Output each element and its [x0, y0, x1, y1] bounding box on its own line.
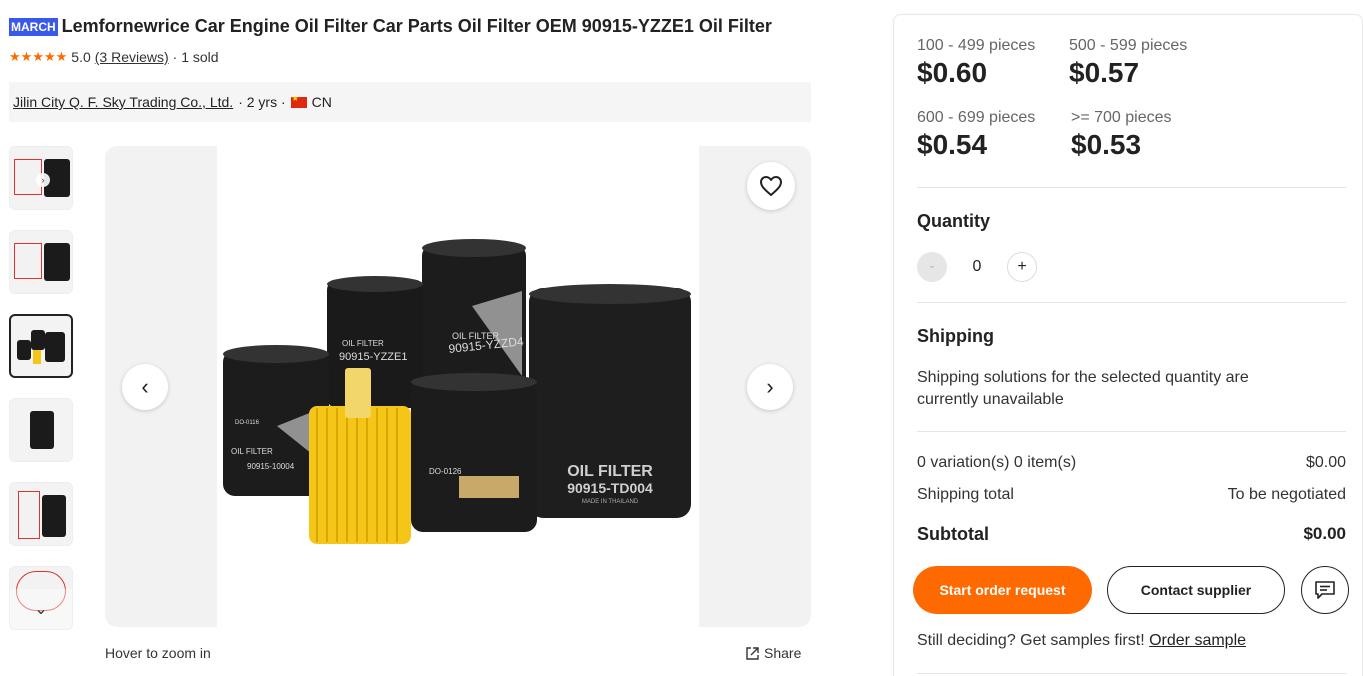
- quantity-increment-button[interactable]: +: [1007, 252, 1037, 282]
- start-order-button[interactable]: Start order request: [913, 566, 1092, 614]
- variations-value: $0.00: [1305, 454, 1346, 471]
- order-panel: 100 - 499 pieces $0.60 500 - 599 pieces …: [893, 14, 1363, 676]
- variations-row: 0 variation(s) 0 item(s) $0.00: [917, 454, 1346, 472]
- chevron-left-icon: ‹: [141, 374, 149, 399]
- shipping-total-row: Shipping total To be negotiated: [917, 486, 1346, 504]
- supplier-country: CN: [311, 94, 332, 110]
- play-icon: ›: [36, 173, 50, 187]
- chat-icon: [1315, 581, 1335, 599]
- thumbnail-1[interactable]: ›: [9, 146, 73, 210]
- image-viewer[interactable]: OIL FILTER 90915-TD004 MADE IN THAILAND …: [105, 146, 811, 627]
- shipping-message: Shipping solutions for the selected quan…: [917, 369, 1249, 408]
- supplier-bar: Jilin City Q. F. Sky Trading Co., Ltd. ·…: [9, 82, 811, 122]
- subtotal-label: Subtotal: [917, 524, 989, 544]
- shipping-total-label: Shipping total: [917, 486, 1014, 503]
- filter-label-3-top: OIL FILTER: [231, 447, 273, 456]
- contact-supplier-button[interactable]: Contact supplier: [1107, 566, 1285, 614]
- rating-row: ★★★★★ 5.0 (3 Reviews) · 1 sold: [9, 49, 219, 65]
- price-tier-2: 500 - 599 pieces $0.57: [1069, 37, 1187, 89]
- filter-label-1-top: OIL FILTER: [342, 339, 384, 348]
- share-button[interactable]: Share: [745, 645, 801, 661]
- quantity-decrement-button[interactable]: -: [917, 252, 947, 282]
- tier-range: >= 700 pieces: [1071, 109, 1172, 126]
- promo-badge: MARCH: [9, 17, 58, 36]
- filter-label-7: MADE IN THAILAND: [582, 499, 639, 505]
- prev-image-button[interactable]: ‹: [122, 364, 168, 410]
- thumbnail-5[interactable]: [9, 482, 73, 546]
- tier-range: 600 - 699 pieces: [917, 109, 1036, 126]
- china-flag-icon: [290, 94, 307, 108]
- share-icon: [746, 646, 759, 660]
- thumbnail-2[interactable]: [9, 230, 73, 294]
- tier-price: $0.54: [917, 129, 988, 160]
- tier-price: $0.60: [917, 57, 988, 88]
- divider: [917, 187, 1346, 188]
- filter-label-4-top: OIL FILTER: [567, 463, 653, 480]
- quantity-value[interactable]: 0: [947, 258, 1007, 276]
- filter-label-4-bottom: 90915-TD004: [567, 480, 653, 496]
- quantity-stepper: - 0 +: [917, 252, 1037, 282]
- price-tier-4: >= 700 pieces $0.53: [1071, 109, 1172, 161]
- divider: [917, 302, 1346, 303]
- order-sample-link[interactable]: Order sample: [1149, 632, 1246, 649]
- thumbnail-4[interactable]: [9, 398, 73, 462]
- samples-prefix: Still deciding? Get samples first!: [917, 632, 1145, 649]
- supplier-years: · 2 yrs ·: [238, 94, 286, 110]
- main-product-image: OIL FILTER 90915-TD004 MADE IN THAILAND …: [217, 146, 699, 627]
- thumbnail-3-selected[interactable]: [9, 314, 73, 378]
- thumbnail-6[interactable]: ⌄: [9, 566, 73, 630]
- heart-icon: [760, 176, 782, 196]
- price-tier-1: 100 - 499 pieces $0.60: [917, 37, 1035, 89]
- filter-label-5: DO-0116: [235, 420, 260, 426]
- variations-label: 0 variation(s) 0 item(s): [917, 454, 1077, 471]
- subtotal-row: Subtotal $0.00: [917, 524, 1346, 545]
- price-tier-3: 600 - 699 pieces $0.54: [917, 109, 1035, 161]
- favorite-button[interactable]: [747, 162, 795, 210]
- chevron-down-icon[interactable]: ⌄: [10, 589, 72, 629]
- divider: [917, 673, 1346, 674]
- tier-price: $0.57: [1069, 57, 1140, 88]
- chevron-right-icon: ›: [766, 374, 774, 399]
- filter-label-6: DO-0126: [429, 467, 462, 476]
- samples-row: Still deciding? Get samples first! Order…: [917, 632, 1246, 650]
- quantity-title: Quantity: [917, 211, 991, 231]
- shipping-total-value: To be negotiated: [1227, 486, 1346, 503]
- filter-label-1-bottom: 90915-YZZE1: [339, 351, 407, 363]
- sold-count: · 1 sold: [172, 49, 219, 65]
- rating-value: 5.0: [71, 49, 91, 65]
- thumbnail-strip: › ⌄: [9, 146, 73, 650]
- share-label: Share: [764, 645, 802, 661]
- chat-button[interactable]: [1301, 566, 1349, 614]
- supplier-name-link[interactable]: Jilin City Q. F. Sky Trading Co., Ltd.: [13, 94, 233, 110]
- subtotal-value: $0.00: [1303, 524, 1346, 543]
- tier-price: $0.53: [1071, 129, 1142, 160]
- filter-label-3-bottom: 90915-10004: [247, 462, 295, 471]
- product-title-row: MARCH Lemfornewrice Car Engine Oil Filte…: [9, 16, 772, 37]
- reviews-link[interactable]: (3 Reviews): [95, 49, 169, 65]
- next-image-button[interactable]: ›: [747, 364, 793, 410]
- tier-range: 500 - 599 pieces: [1069, 37, 1188, 54]
- divider: [917, 431, 1346, 432]
- oil-filters-image: OIL FILTER 90915-TD004 MADE IN THAILAND …: [223, 239, 691, 544]
- product-title: Lemfornewrice Car Engine Oil Filter Car …: [61, 16, 772, 36]
- tier-range: 100 - 499 pieces: [917, 37, 1036, 54]
- shipping-title: Shipping: [917, 326, 994, 346]
- zoom-hint: Hover to zoom in: [105, 645, 211, 661]
- star-rating-icon: ★★★★★: [9, 49, 68, 64]
